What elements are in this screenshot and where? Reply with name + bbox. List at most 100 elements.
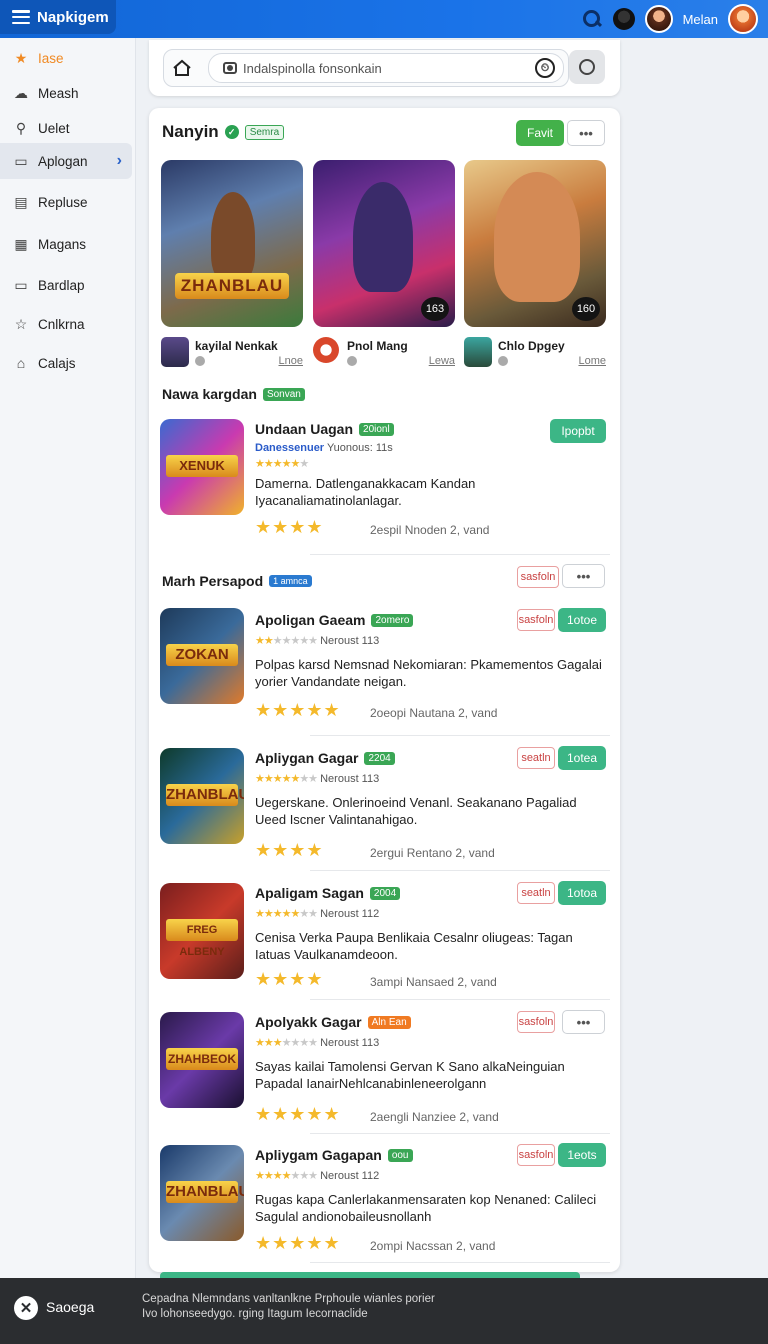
install-button[interactable]: 1eots xyxy=(558,1143,606,1167)
sidebar-item-0[interactable]: ★ Iase xyxy=(0,40,132,76)
game-character-image xyxy=(353,182,413,292)
popular-section-title: Marh Persapod 1 amnca xyxy=(162,573,312,589)
game-logo: ZHAHBEOK xyxy=(166,1048,238,1070)
footer-bar: ✕ Saoega Cepadna Nlemndans vanltanlkne P… xyxy=(0,1278,768,1344)
app-name: Chlo Dpgey xyxy=(498,339,565,353)
sidebar-item-label: Repluse xyxy=(38,194,88,210)
sidebar-item-7[interactable]: ☆ Cnlkrna xyxy=(0,306,132,342)
main-content: Nanyin ✓ Semra Favit ••• ZHANBLAU 163 16… xyxy=(149,108,620,1272)
badge-icon: ⚲ xyxy=(15,119,27,136)
app-thumbnail: XENUK xyxy=(160,419,244,515)
app-title-text: Apaligam Sagan xyxy=(255,885,364,901)
search-input[interactable]: Indalspinolla fonsonkain ⏲ xyxy=(208,53,564,83)
version-pill: oou xyxy=(387,1148,413,1162)
voice-search-button[interactable] xyxy=(569,50,605,84)
rating-stars: ★★★★ xyxy=(255,840,324,860)
more-button[interactable]: ••• xyxy=(567,120,605,146)
section-title: Nawa kargdan xyxy=(162,386,257,402)
app-link[interactable]: Lewa xyxy=(429,355,455,367)
featured-tile[interactable]: 163 xyxy=(313,160,455,327)
section-title: Marh Persapod xyxy=(162,573,264,589)
app-meta: Yuonous: 11s xyxy=(326,442,393,454)
divider xyxy=(310,1133,610,1134)
filter-button[interactable]: seatln xyxy=(517,882,555,904)
hamburger-icon[interactable] xyxy=(12,10,30,24)
developer-name[interactable]: Danessenuer xyxy=(255,442,324,454)
app-title-text: Apolyakk Gagar xyxy=(255,1014,362,1030)
sidebar-item-4[interactable]: ▤ Repluse xyxy=(0,184,132,220)
sidebar-item-1[interactable]: ☁ Meash xyxy=(0,75,132,111)
list-item[interactable]: FREG ALBENY Apaligam Sagan 2004 ★★★★★★★ … xyxy=(149,881,620,991)
age-rating-badge: 160 xyxy=(572,297,600,321)
version-pill: 20ionl xyxy=(359,422,394,436)
follow-button[interactable]: Favit xyxy=(516,120,564,146)
avatar[interactable] xyxy=(644,5,673,33)
game-character-image xyxy=(211,192,255,282)
app-meta: Neroust 113 xyxy=(320,635,380,647)
sidebar-item-label: Uelet xyxy=(38,120,70,136)
grid-icon: ▦ xyxy=(14,235,28,252)
app-meta: Neroust 112 xyxy=(320,1170,380,1182)
release-date: 3ampi Nansaed 2, vand xyxy=(370,975,497,989)
home-icon[interactable] xyxy=(172,59,192,77)
info-icon xyxy=(347,356,357,366)
app-description: Cenisa Verka Paupa Benlikaia Cesalnr oli… xyxy=(255,930,573,962)
install-button[interactable]: 1otoe xyxy=(558,608,606,632)
sidebar-item-6[interactable]: ▭ Bardlap xyxy=(0,267,132,303)
history-icon[interactable]: ⏲ xyxy=(535,58,555,78)
section-badge: 1 amnca xyxy=(269,575,312,587)
list-item[interactable]: ZOKAN Apoligan Gaeam 2omero ★★★★★★★ Nero… xyxy=(149,608,620,720)
sidebar-item-8[interactable]: ⌂ Calajs xyxy=(0,345,132,381)
profile-avatar[interactable] xyxy=(728,4,758,34)
featured-title: Nanyin xyxy=(162,122,219,141)
list-item[interactable]: ZHAHBEOK Apolyakk Gagar Aln Ean ★★★★★★★ … xyxy=(149,1010,620,1124)
release-date: 2espil Nnoden 2, vand xyxy=(370,523,490,537)
featured-tile[interactable]: 160 xyxy=(464,160,606,327)
sidebar-item-3[interactable]: ▭ Aplogan › xyxy=(0,143,132,179)
mic-icon xyxy=(579,59,595,75)
divider xyxy=(310,999,610,1000)
version-pill: 2omero xyxy=(371,613,414,627)
app-name: Pnol Mang xyxy=(347,339,408,353)
app-link[interactable]: Lnoe xyxy=(279,355,303,367)
app-title: Apoligan Gaeam 2omero xyxy=(255,612,414,628)
filter-button[interactable]: seatln xyxy=(517,747,555,769)
filter-button[interactable]: sasfoln xyxy=(517,609,555,631)
app-menu-button[interactable]: Napkigem xyxy=(0,0,116,34)
divider xyxy=(310,1262,610,1263)
app-link[interactable]: Lome xyxy=(578,355,606,367)
camera-icon[interactable] xyxy=(223,62,237,74)
app-description: Damerna. Datlenganakkacam Kandan Iyacana… xyxy=(255,476,476,508)
featured-badge: Semra xyxy=(244,124,285,140)
app-icon xyxy=(161,337,189,367)
sidebar-item-5[interactable]: ▦ Magans xyxy=(0,226,132,262)
info-icon xyxy=(498,356,508,366)
search-icon[interactable] xyxy=(581,8,603,30)
app-title-text: Apoligan Gaeam xyxy=(255,612,366,628)
list-item[interactable]: XENUK Undaan Uagan 20ionl Danessenuer Yu… xyxy=(149,419,620,549)
more-button[interactable]: ••• xyxy=(562,1010,605,1034)
rating-stars: ★★★★ xyxy=(255,517,324,537)
filter-button[interactable]: sasfoln xyxy=(517,566,559,588)
app-title: Apolyakk Gagar Aln Ean xyxy=(255,1014,411,1030)
featured-tile[interactable]: ZHANBLAU xyxy=(161,160,303,327)
install-button[interactable]: Ipopbt xyxy=(550,419,606,443)
app-description: Uegerskane. Onlerinoeind Venanl. Seakana… xyxy=(255,795,577,827)
install-button[interactable]: 1otoa xyxy=(558,881,606,905)
footer-text: Cepadna Nlemndans vanltanlkne Prphoule w… xyxy=(142,1293,435,1320)
filter-button[interactable]: sasfoln xyxy=(517,1144,555,1166)
close-icon[interactable]: ✕ xyxy=(14,1296,38,1320)
list-item[interactable]: ZHANBLAU Apliygan Gagar 2204 ★★★★★★★ Ner… xyxy=(149,746,620,860)
list-item[interactable]: ZHANBLAU Apliygam Gagapan oou ★★★★★★★ Ne… xyxy=(149,1143,620,1253)
search-card: Indalspinolla fonsonkain ⏲ xyxy=(149,40,620,96)
install-button[interactable]: 1otea xyxy=(558,746,606,770)
app-title-text: Undaan Uagan xyxy=(255,421,354,437)
footer-label[interactable]: Saoega xyxy=(46,1299,94,1315)
user-name[interactable]: Melan xyxy=(683,12,718,27)
app-title: Apliygam Gagapan oou xyxy=(255,1147,413,1163)
more-button[interactable]: ••• xyxy=(562,564,605,588)
sidebar-item-2[interactable]: ⚲ Uelet xyxy=(0,110,132,146)
sidebar-item-label: Cnlkrna xyxy=(38,316,85,332)
filter-button[interactable]: sasfoln xyxy=(517,1011,555,1033)
notification-avatar[interactable] xyxy=(612,8,635,30)
